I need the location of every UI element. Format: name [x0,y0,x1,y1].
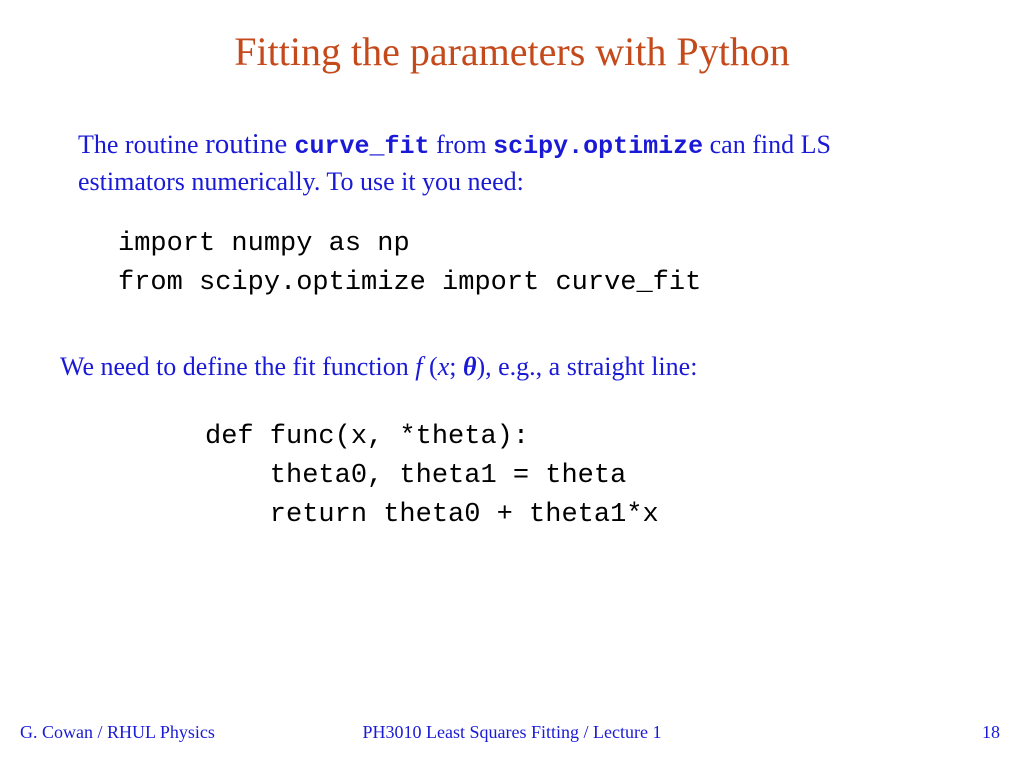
math-close: ) [476,352,485,381]
math-f: f [415,352,429,381]
text: routine [205,128,294,160]
slide: Fitting the parameters with Python The r… [0,0,1024,768]
footer: G. Cowan / RHUL Physics PH3010 Least Squ… [0,722,1024,746]
math-x: x [438,352,450,381]
page-number: 18 [982,722,1000,743]
text: , e.g., a straight line: [485,352,697,381]
text: from [430,130,494,159]
math-sep: ; [449,352,463,381]
code-inline-scipy-optimize: scipy.optimize [493,132,703,161]
math-theta: θ [463,352,477,381]
code-block-imports: import numpy as np from scipy.optimize i… [118,225,701,303]
intro-paragraph: The routine routine curve_fit from scipy… [78,125,944,199]
footer-course: PH3010 Least Squares Fitting / Lecture 1 [0,722,1024,743]
code-block-func: def func(x, *theta): theta0, theta1 = th… [205,418,659,535]
math-open: ( [429,352,438,381]
code-inline-curve-fit: curve_fit [294,132,429,161]
text: The routine [78,130,205,159]
slide-title: Fitting the parameters with Python [0,28,1024,75]
fit-function-paragraph: We need to define the fit function f (x;… [60,352,964,382]
text: We need to define the fit function [60,352,415,381]
